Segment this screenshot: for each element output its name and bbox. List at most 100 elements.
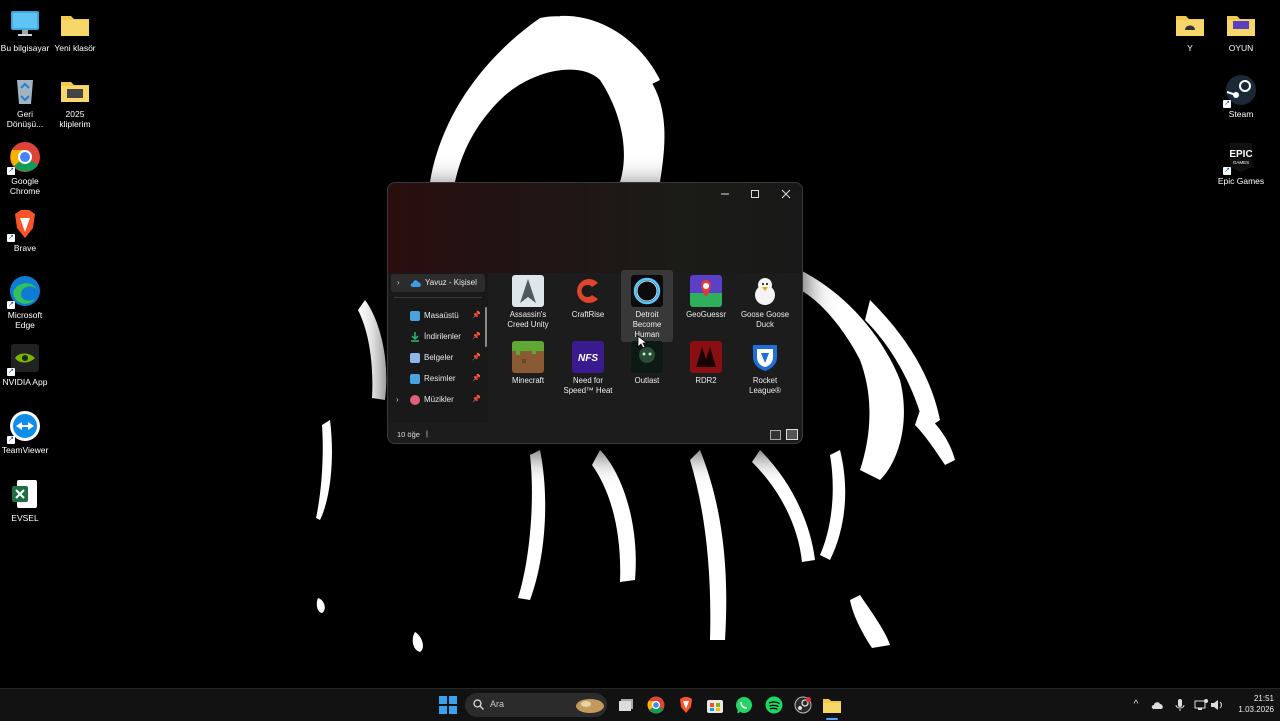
minimize-icon <box>721 193 729 195</box>
desktop-icon-clips-folder[interactable]: 2025 kliplerim <box>45 74 105 129</box>
desktop-icon-label: Brave <box>13 243 37 253</box>
monitor-icon <box>9 8 41 40</box>
file-item[interactable]: Goose Goose Duck <box>739 273 791 330</box>
file-item[interactable]: Minecraft <box>502 339 554 386</box>
search-box[interactable]: Ara <box>465 693 607 717</box>
desktop-icon-teamviewer[interactable]: ↗ TeamViewer <box>0 410 55 455</box>
onedrive-icon[interactable] <box>1151 698 1165 712</box>
minimize-button[interactable] <box>711 185 739 203</box>
shortcut-arrow-icon: ↗ <box>1223 167 1231 175</box>
sidebar-item-onedrive[interactable]: › Yavuz - Kişisel <box>391 274 485 292</box>
nfs-logo-text: NFS <box>578 353 598 364</box>
desktop-icon-label: Yeni klasör <box>54 43 96 53</box>
sidebar-item-pictures[interactable]: Resimler 📌 <box>388 370 484 388</box>
sidebar-item-label: Masaüstü <box>424 311 459 320</box>
large-icons-view-button[interactable] <box>786 429 798 440</box>
desktop-icon-brave[interactable]: ↗ Brave <box>0 208 55 253</box>
file-item[interactable]: NFS Need for Speed™ Heat <box>562 339 614 396</box>
desktop-icon-epic-games[interactable]: EPIC GAMES ↗ Epic Games <box>1211 141 1271 186</box>
taskbar-whatsapp[interactable] <box>734 695 754 715</box>
desktop-icon-nvidia[interactable]: ↗ NVIDIA App <box>0 342 55 387</box>
craftrise-icon <box>572 275 604 307</box>
desktop-icon-new-folder[interactable]: Yeni klasör <box>45 8 105 53</box>
taskbar-store[interactable] <box>705 695 725 715</box>
outlast-icon <box>631 341 663 373</box>
desktop-icon-oyun-folder[interactable]: OYUN <box>1211 8 1271 53</box>
steam-icon: ↗ <box>1223 74 1257 108</box>
excel-icon <box>9 478 41 510</box>
sidebar-item-label: Yavuz - Kişisel <box>425 278 477 287</box>
title-bar[interactable] <box>388 183 802 273</box>
sidebar-item-desktop[interactable]: Masaüstü 📌 <box>388 307 484 325</box>
onedrive-icon <box>410 280 421 287</box>
taskbar-chrome[interactable] <box>646 695 666 715</box>
file-item[interactable]: CraftRise <box>562 273 614 320</box>
taskbar-brave[interactable] <box>676 695 696 715</box>
svg-text:GAMES: GAMES <box>1233 160 1249 165</box>
file-item[interactable]: RDR2 <box>680 339 732 386</box>
shortcut-arrow-icon: ↗ <box>7 167 15 175</box>
file-item[interactable]: Assassin's Creed Unity <box>502 273 554 330</box>
file-item[interactable]: GeoGuessr <box>680 273 732 320</box>
file-label: Rocket League® <box>749 376 781 395</box>
file-label: Goose Goose Duck <box>740 310 790 329</box>
file-explorer-window[interactable]: › Yavuz - Kişisel Masaüstü 📌 İndirilenle… <box>387 182 803 444</box>
mouse-cursor-icon <box>637 335 647 349</box>
file-label: Need for Speed™ Heat <box>563 376 613 395</box>
sidebar-scrollbar[interactable] <box>485 307 487 347</box>
status-separator: | <box>426 429 428 438</box>
clock[interactable]: 21:51 1.03.2026 <box>1228 693 1274 715</box>
steam-icon <box>794 696 812 714</box>
file-item[interactable]: Detroit Become Human <box>621 270 673 342</box>
close-icon <box>781 189 791 199</box>
taskview-button[interactable] <box>617 695 637 715</box>
volume-icon[interactable] <box>1210 698 1224 712</box>
show-hidden-icons-button[interactable]: ^ <box>1129 698 1143 712</box>
chrome-icon: ↗ <box>7 141 41 175</box>
file-item[interactable]: Outlast <box>621 339 673 386</box>
desktop-icon-evsel[interactable]: EVSEL <box>0 478 55 523</box>
task-view-icon <box>619 699 633 711</box>
desktop-icon-label: EVSEL <box>11 513 39 523</box>
desktop-icon-chrome[interactable]: ↗ Google Chrome <box>0 141 55 196</box>
folder-icon <box>1174 8 1206 40</box>
file-label: Minecraft <box>511 376 545 385</box>
desktop-icon-edge[interactable]: ↗ Microsoft Edge <box>0 275 55 330</box>
taskbar-file-explorer[interactable] <box>822 695 842 715</box>
sidebar-item-downloads[interactable]: İndirilenler 📌 <box>388 328 484 346</box>
search-placeholder: Ara <box>490 699 505 709</box>
desktop-icon-label: NVIDIA App <box>2 377 48 387</box>
search-icon <box>473 699 484 710</box>
file-item[interactable]: Rocket League® <box>739 339 791 396</box>
desktop-icon-label: Y <box>1187 43 1193 53</box>
details-view-button[interactable] <box>770 430 781 440</box>
network-icon[interactable] <box>1194 698 1208 712</box>
document-icon <box>410 353 420 363</box>
taskbar: Ara ^ 21:51 1.03.2026 <box>0 688 1280 721</box>
microphone-icon[interactable] <box>1173 698 1187 712</box>
close-button[interactable] <box>772 185 800 203</box>
desktop-icon-steam[interactable]: ↗ Steam <box>1211 74 1271 119</box>
pin-icon: 📌 <box>472 312 481 319</box>
taskbar-steam[interactable] <box>793 695 813 715</box>
music-icon <box>410 395 420 405</box>
sidebar-item-label: Müzikler <box>424 395 454 404</box>
maximize-button[interactable] <box>741 185 769 203</box>
desktop-icon-label: TeamViewer <box>1 445 49 455</box>
navigation-pane: › Yavuz - Kişisel Masaüstü 📌 İndirilenle… <box>388 273 488 423</box>
chrome-icon <box>647 696 665 714</box>
desktop-icon-label: Bu bilgisayar <box>0 43 50 53</box>
sidebar-item-label: İndirilenler <box>424 332 461 341</box>
sidebar-item-music[interactable]: › Müzikler 📌 <box>388 391 484 409</box>
whatsapp-icon <box>736 697 752 714</box>
folder-icon <box>59 8 91 40</box>
nvidia-icon: ↗ <box>7 342 41 376</box>
taskbar-spotify[interactable] <box>764 695 784 715</box>
start-button[interactable] <box>438 695 458 715</box>
file-label: GeoGuessr <box>686 310 726 319</box>
sidebar-item-documents[interactable]: Belgeler 📌 <box>388 349 484 367</box>
folder-icon <box>59 74 91 106</box>
chevron-right-icon: › <box>397 278 400 287</box>
shortcut-arrow-icon: ↗ <box>7 436 15 444</box>
desktop-icon-label: Microsoft Edge <box>7 310 43 330</box>
